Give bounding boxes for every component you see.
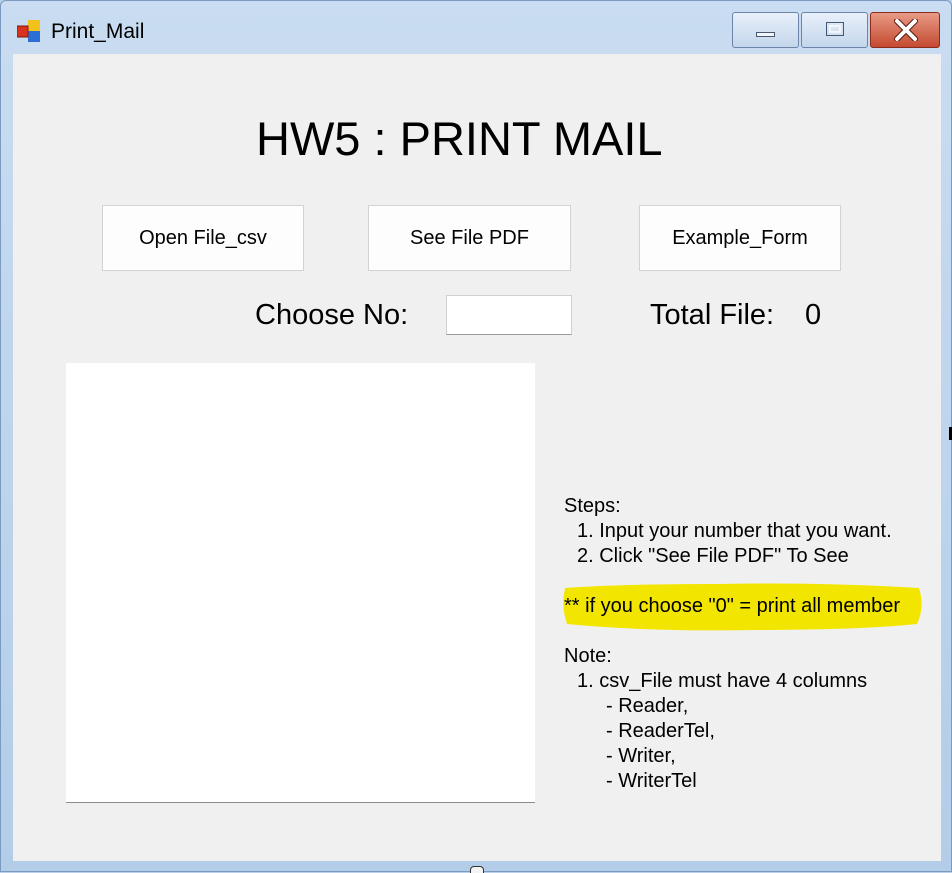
steps-heading: Steps: (564, 495, 621, 517)
minimize-button[interactable] (732, 12, 799, 48)
step-item: 2. Click "See File PDF" To See (577, 545, 849, 567)
close-icon (894, 19, 918, 41)
column-item: - Writer, (606, 745, 676, 767)
window-title: Print_Mail (51, 20, 145, 43)
column-item: - Reader, (606, 695, 689, 717)
see-pdf-button[interactable]: See File PDF (368, 205, 571, 271)
step-item: 1. Input your number that you want. (577, 520, 892, 542)
title-bar[interactable]: Print_Mail (1, 1, 951, 53)
total-file-label: Total File: (650, 299, 775, 331)
preview-panel[interactable] (66, 363, 535, 803)
app-icon (17, 20, 40, 42)
choose-no-label: Choose No: (255, 299, 409, 331)
note-heading: Note: (564, 645, 612, 667)
note-item: 1. csv_File must have 4 columns (577, 670, 868, 692)
page-title: HW5 : PRINT MAIL (256, 112, 663, 165)
form-client-area: HW5 : PRINT MAIL Open File_csv See File … (13, 54, 941, 861)
example-form-button[interactable]: Example_Form (639, 205, 841, 271)
choose-no-input[interactable] (446, 295, 572, 335)
total-file-count: 0 (805, 299, 822, 331)
column-item: - ReaderTel, (606, 720, 715, 742)
highlight-note: ** if you choose "0" = print all member (564, 595, 901, 617)
app-window: Print_Mail HW5 : PRINT MAIL Open File_cs… (0, 0, 952, 873)
open-csv-button[interactable]: Open File_csv (102, 205, 304, 271)
minimize-icon (756, 32, 775, 37)
maximize-button[interactable] (801, 12, 868, 48)
column-item: - WriterTel (606, 770, 697, 792)
close-button[interactable] (870, 12, 940, 48)
maximize-icon (826, 22, 844, 36)
